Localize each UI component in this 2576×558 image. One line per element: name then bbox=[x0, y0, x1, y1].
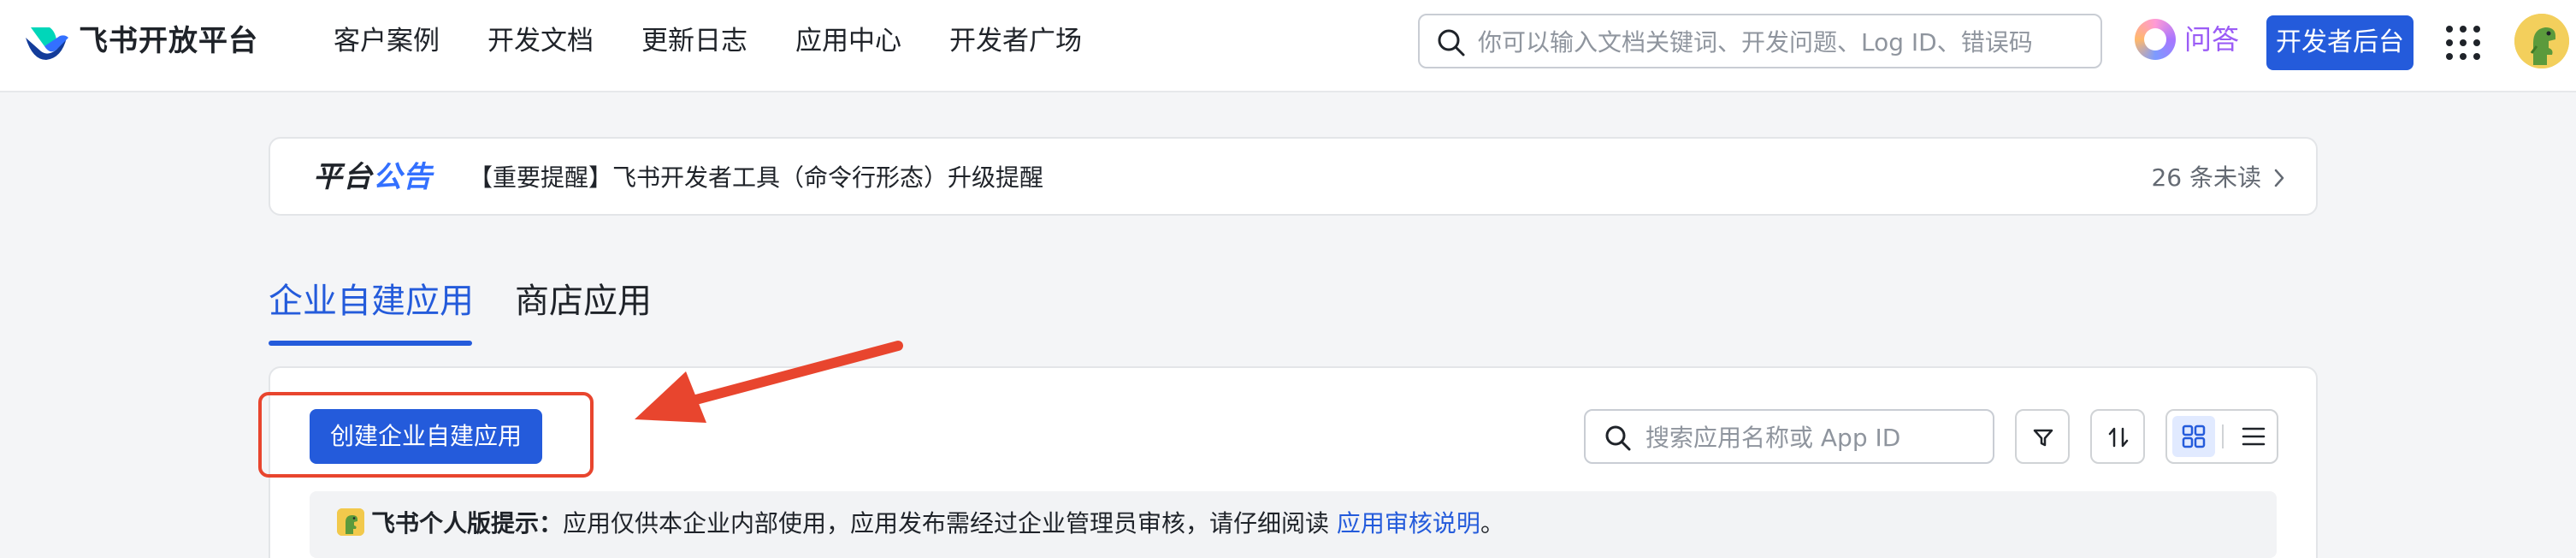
tip-bold-label: 飞书个人版提示： bbox=[371, 509, 564, 537]
ai-ring-icon bbox=[2135, 19, 2176, 60]
annotation-highlight-box bbox=[258, 392, 594, 478]
nav-links: 客户案例 开发文档 更新日志 应用中心 开发者广场 bbox=[334, 22, 1082, 60]
personal-edition-tip: 飞书个人版提示：应用仅供本企业内部使用，应用发布需经过企业管理员审核，请仔细阅读… bbox=[310, 491, 2277, 558]
tip-text: 飞书个人版提示：应用仅供本企业内部使用，应用发布需经过企业管理员审核，请仔细阅读… bbox=[371, 505, 1504, 543]
tab-store-apps[interactable]: 商店应用 bbox=[515, 274, 652, 329]
platform-announcement[interactable]: 平台公告 【重要提醒】飞书开发者工具（命令行形态）升级提醒 26 条未读 bbox=[269, 137, 2318, 216]
list-view-icon bbox=[2242, 427, 2266, 446]
grid-view-icon bbox=[2182, 424, 2206, 448]
search-icon bbox=[1438, 29, 1465, 56]
announcement-title-part1: 平台 bbox=[313, 160, 373, 194]
filter-button[interactable] bbox=[2015, 409, 2070, 464]
announcement-title-part2: 公告 bbox=[373, 160, 433, 194]
app-search[interactable] bbox=[1584, 409, 1994, 464]
announcement-text[interactable]: 【重要提醒】飞书开发者工具（命令行形态）升级提醒 bbox=[469, 159, 1043, 197]
tab-enterprise-apps[interactable]: 企业自建应用 bbox=[269, 274, 474, 329]
ask-label: 问答 bbox=[2184, 23, 2240, 56]
view-mode-toggle bbox=[2165, 409, 2278, 464]
global-search[interactable] bbox=[1418, 14, 2102, 68]
ask-button[interactable]: 问答 bbox=[2135, 19, 2239, 60]
unread-count[interactable]: 26 条未读 bbox=[2151, 159, 2261, 197]
tip-end: 。 bbox=[1480, 509, 1504, 537]
apps-grid-icon[interactable] bbox=[2446, 26, 2480, 60]
chevron-right-icon[interactable] bbox=[2273, 168, 2285, 188]
nav-link-docs[interactable]: 开发文档 bbox=[487, 22, 594, 60]
announcement-title: 平台公告 bbox=[313, 157, 433, 197]
app-search-input[interactable] bbox=[1645, 422, 1979, 453]
active-tab-indicator bbox=[269, 341, 472, 346]
nav-link-changelog[interactable]: 更新日志 bbox=[641, 22, 747, 60]
sort-icon bbox=[2108, 427, 2129, 448]
nav-link-cases[interactable]: 客户案例 bbox=[334, 22, 440, 60]
filter-icon bbox=[2033, 429, 2053, 447]
developer-console-button[interactable]: 开发者后台 bbox=[2266, 15, 2414, 70]
list-view-button[interactable] bbox=[2232, 416, 2275, 457]
tip-body: 应用仅供本企业内部使用，应用发布需经过企业管理员审核，请仔细阅读 bbox=[563, 509, 1337, 537]
view-toggle-divider bbox=[2222, 424, 2224, 448]
avatar-dinosaur-icon bbox=[2514, 14, 2569, 68]
grid-view-button[interactable] bbox=[2172, 416, 2215, 457]
nav-link-app-center[interactable]: 应用中心 bbox=[795, 22, 901, 60]
nav-link-developer-square[interactable]: 开发者广场 bbox=[949, 22, 1082, 60]
annotation-arrow-icon bbox=[635, 341, 903, 423]
feishu-logo-icon[interactable] bbox=[22, 21, 70, 68]
dinosaur-emoji-icon bbox=[337, 508, 364, 536]
top-nav: 飞书开放平台 客户案例 开发文档 更新日志 应用中心 开发者广场 问答 开发者后… bbox=[0, 0, 2576, 92]
search-icon bbox=[1605, 425, 1631, 451]
review-guide-link[interactable]: 应用审核说明 bbox=[1337, 509, 1480, 537]
brand-name[interactable]: 飞书开放平台 bbox=[79, 22, 258, 60]
global-search-input[interactable] bbox=[1478, 26, 2077, 58]
sort-button[interactable] bbox=[2090, 409, 2145, 464]
avatar[interactable] bbox=[2514, 14, 2569, 68]
